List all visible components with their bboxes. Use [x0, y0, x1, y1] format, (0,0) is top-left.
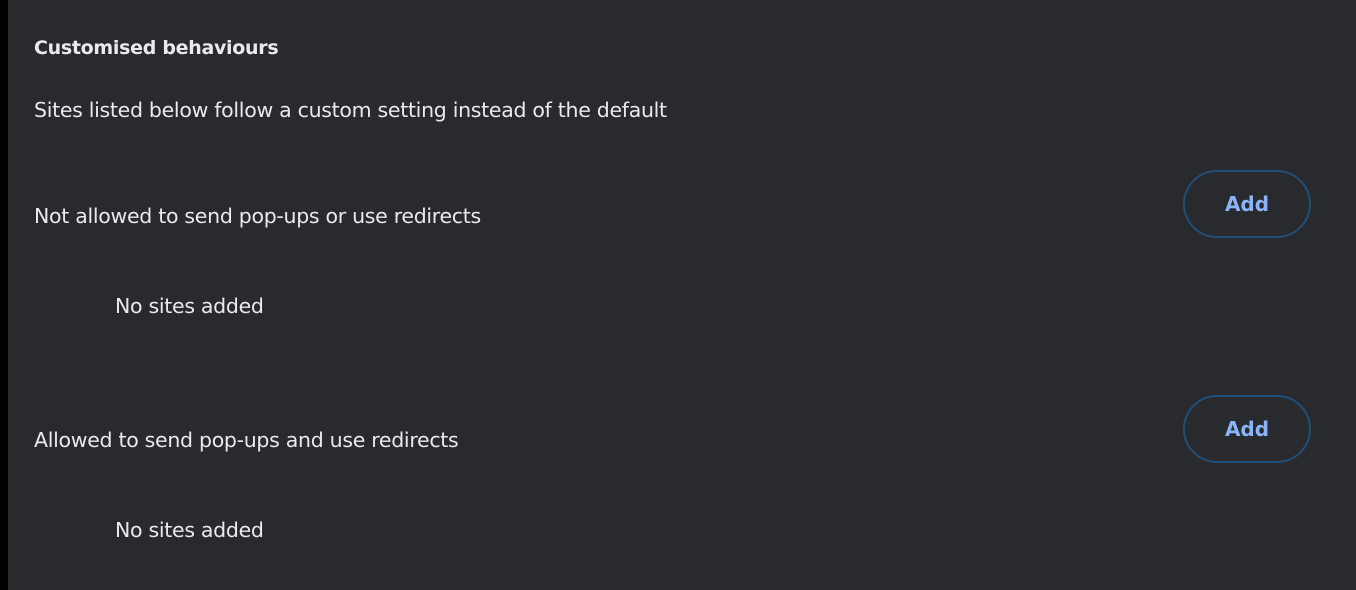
add-allowed-site-button[interactable]: Add: [1183, 395, 1311, 463]
section-heading: Customised behaviours: [34, 37, 279, 59]
section-description: Sites listed below follow a custom setti…: [34, 98, 667, 122]
allowed-list-label: Allowed to send pop-ups and use redirect…: [34, 428, 459, 452]
allowed-list-empty-message: No sites added: [115, 518, 264, 542]
blocked-list-empty-message: No sites added: [115, 294, 264, 318]
blocked-list-label: Not allowed to send pop-ups or use redir…: [34, 204, 481, 228]
customised-behaviours-panel: Customised behaviours Sites listed below…: [8, 0, 1356, 590]
add-blocked-site-button[interactable]: Add: [1183, 170, 1311, 238]
